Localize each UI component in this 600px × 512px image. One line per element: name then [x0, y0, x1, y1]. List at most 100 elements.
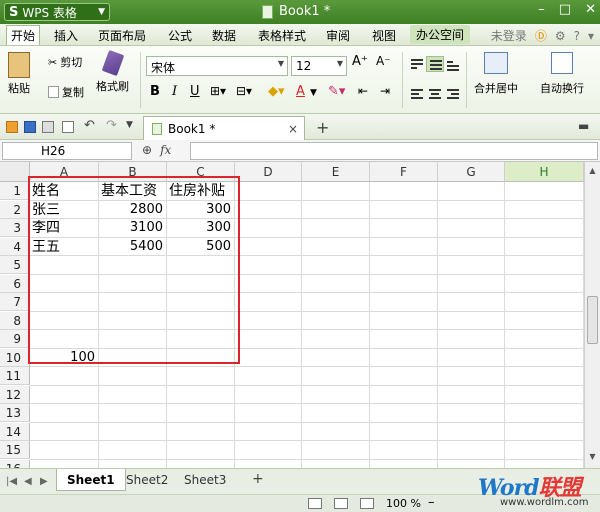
- column-header-b[interactable]: B: [99, 162, 167, 182]
- font-size-select[interactable]: 12 ▼: [291, 56, 347, 76]
- redo-icon[interactable]: ↷: [106, 118, 118, 133]
- row-header-7[interactable]: 7: [0, 293, 30, 311]
- document-tab[interactable]: Book1 * ×: [143, 116, 305, 140]
- row-header-12[interactable]: 12: [0, 385, 30, 404]
- scroll-down-icon[interactable]: ▼: [587, 452, 598, 464]
- bold-button[interactable]: B: [150, 84, 160, 99]
- font-color-button[interactable]: A: [296, 84, 305, 99]
- row-header-9[interactable]: 9: [0, 330, 30, 348]
- paste-button[interactable]: 粘贴: [8, 52, 30, 96]
- print-icon[interactable]: [42, 121, 54, 133]
- close-window-button[interactable]: ✕: [585, 2, 596, 17]
- row-header-4[interactable]: 4: [0, 237, 30, 256]
- fill-color-icon[interactable]: ◆▾: [268, 84, 285, 99]
- column-header-e[interactable]: E: [302, 162, 370, 182]
- row-header-5[interactable]: 5: [0, 256, 30, 274]
- clear-format-icon[interactable]: ✎▾: [328, 84, 345, 99]
- align-bottom-icon[interactable]: [444, 56, 462, 72]
- spreadsheet-grid[interactable]: ABCDEFGH12345678910111213141516姓名基本工资住房补…: [0, 162, 584, 468]
- grow-font-button[interactable]: A⁺: [352, 54, 368, 69]
- next-sheet-icon[interactable]: ▶: [40, 476, 48, 487]
- zoom-magnifier-icon[interactable]: ⊕: [142, 143, 152, 157]
- menu-data[interactable]: 数据: [212, 27, 236, 44]
- menu-review[interactable]: 审阅: [326, 27, 350, 44]
- zoom-out-button[interactable]: –: [428, 495, 435, 510]
- row-header-6[interactable]: 6: [0, 274, 30, 293]
- row-header-13[interactable]: 13: [0, 404, 30, 422]
- column-header-a[interactable]: A: [30, 162, 99, 182]
- merge-center-button[interactable]: 合并居中: [474, 52, 518, 96]
- skin-icon[interactable]: Ⓓ: [535, 27, 547, 44]
- help-button[interactable]: ?: [574, 29, 580, 43]
- align-left-icon[interactable]: [408, 86, 426, 102]
- row-header-16[interactable]: 16: [0, 459, 30, 468]
- menu-home[interactable]: 开始: [6, 25, 41, 45]
- align-right-icon[interactable]: [444, 86, 462, 102]
- add-sheet-button[interactable]: +: [252, 471, 264, 487]
- indent-icon[interactable]: ⇤: [358, 84, 368, 98]
- column-header-h[interactable]: H: [505, 162, 584, 182]
- cell-a1[interactable]: 姓名: [30, 182, 62, 200]
- cell-b2[interactable]: 2800: [99, 201, 165, 219]
- page-break-view-icon[interactable]: [360, 498, 374, 509]
- normal-view-icon[interactable]: [308, 498, 322, 509]
- cell-a10[interactable]: 100: [30, 349, 97, 367]
- scroll-thumb[interactable]: [587, 296, 598, 344]
- row-header-1[interactable]: 1: [0, 182, 30, 200]
- close-tab-icon[interactable]: ×: [288, 122, 298, 136]
- cell-a2[interactable]: 张三: [30, 201, 62, 219]
- login-link[interactable]: 未登录: [491, 27, 527, 44]
- app-menu-button[interactable]: S WPS 表格 ▼: [4, 3, 110, 21]
- fx-icon[interactable]: fx: [160, 143, 171, 157]
- maximize-button[interactable]: □: [559, 2, 571, 17]
- column-header-f[interactable]: F: [370, 162, 438, 182]
- underline-button[interactable]: U: [190, 84, 200, 99]
- minimize-button[interactable]: –: [538, 2, 545, 17]
- row-header-11[interactable]: 11: [0, 367, 30, 385]
- borders-icon[interactable]: ⊞▾: [210, 84, 226, 98]
- cell-b4[interactable]: 5400: [99, 238, 165, 256]
- row-header-2[interactable]: 2: [0, 200, 30, 219]
- shrink-font-button[interactable]: A⁻: [376, 54, 391, 68]
- font-name-select[interactable]: 宋体 ▼: [146, 56, 288, 76]
- column-header-g[interactable]: G: [438, 162, 505, 182]
- row-header-14[interactable]: 14: [0, 422, 30, 441]
- row-header-10[interactable]: 10: [0, 348, 30, 367]
- toolbar-options-icon[interactable]: ▬: [578, 119, 590, 133]
- cell-a4[interactable]: 王五: [30, 238, 62, 256]
- formula-input[interactable]: [190, 142, 598, 160]
- page-layout-view-icon[interactable]: [334, 498, 348, 509]
- wrap-text-button[interactable]: 自动换行: [540, 52, 584, 96]
- align-middle-icon[interactable]: [426, 56, 444, 72]
- name-box[interactable]: H26: [2, 142, 132, 160]
- select-all-corner[interactable]: [0, 162, 30, 182]
- cell-c4[interactable]: 500: [167, 238, 233, 256]
- sheet-tab-sheet2[interactable]: Sheet2: [116, 469, 178, 491]
- cut-button[interactable]: ✂ 剪切: [48, 54, 82, 70]
- menu-insert[interactable]: 插入: [54, 27, 78, 44]
- align-top-icon[interactable]: [408, 56, 426, 72]
- copy-button[interactable]: 复制: [48, 84, 84, 100]
- chevron-down-icon[interactable]: ▼: [310, 88, 317, 98]
- cell-a3[interactable]: 李四: [30, 219, 62, 237]
- new-tab-button[interactable]: +: [316, 118, 329, 137]
- merge-icon[interactable]: ⊟▾: [236, 84, 252, 98]
- menu-table-style[interactable]: 表格样式: [258, 27, 306, 44]
- menu-office-space[interactable]: 办公空间: [410, 25, 471, 44]
- print-preview-icon[interactable]: [62, 121, 74, 133]
- open-folder-icon[interactable]: [6, 121, 18, 133]
- column-header-d[interactable]: D: [235, 162, 302, 182]
- ribbon-collapse-icon[interactable]: ▾: [588, 29, 594, 43]
- scroll-up-icon[interactable]: ▲: [587, 166, 598, 178]
- italic-button[interactable]: I: [172, 84, 177, 99]
- vertical-scrollbar[interactable]: ▲ ▼: [584, 162, 600, 468]
- align-center-icon[interactable]: [426, 86, 444, 102]
- menu-page-layout[interactable]: 页面布局: [98, 27, 146, 44]
- cell-b3[interactable]: 3100: [99, 219, 165, 237]
- menu-formulas[interactable]: 公式: [168, 27, 192, 44]
- menu-view[interactable]: 视图: [372, 27, 396, 44]
- settings-icon[interactable]: ⚙: [555, 29, 566, 43]
- row-header-8[interactable]: 8: [0, 311, 30, 330]
- prev-sheet-icon[interactable]: ◀: [24, 476, 32, 487]
- cell-c1[interactable]: 住房补贴: [167, 182, 227, 200]
